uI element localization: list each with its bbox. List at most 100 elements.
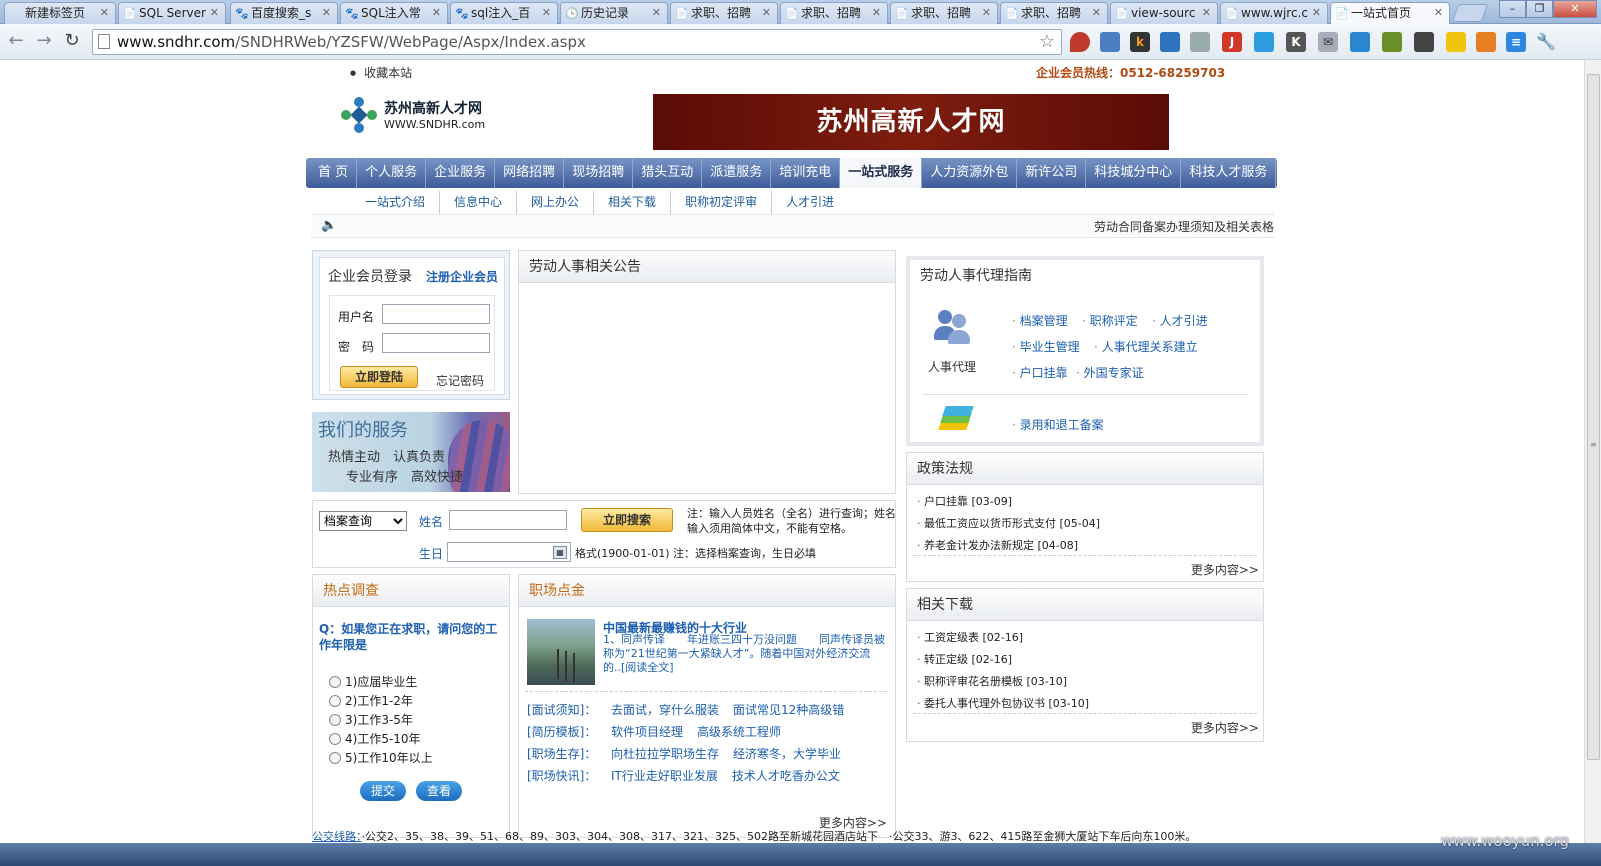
browser-tab[interactable]: 📄 求职、招聘 ✕: [1000, 2, 1108, 24]
row-link[interactable]: 软件项目经理: [611, 725, 683, 739]
k-letter-icon[interactable]: K: [1286, 32, 1306, 52]
sub-nav-item[interactable]: 职称初定评审: [671, 191, 773, 215]
survey-option[interactable]: 5)工作10年以上: [329, 749, 433, 766]
minimize-icon[interactable]: –: [1499, 0, 1526, 18]
owl-icon[interactable]: [1382, 32, 1402, 52]
note-icon[interactable]: [1254, 32, 1274, 52]
guide-link[interactable]: 职称评定: [1082, 312, 1138, 329]
favorite-link[interactable]: 收藏本站: [350, 64, 412, 81]
row-category[interactable]: [面试须知]：: [527, 701, 611, 718]
bus-label[interactable]: 公交线路：: [312, 830, 362, 843]
guide-link[interactable]: 人才引进: [1152, 312, 1208, 329]
browser-tab[interactable]: 🐾 SQL注入常 ✕: [340, 2, 448, 24]
radio-icon[interactable]: [329, 752, 341, 764]
guide-link[interactable]: 档案管理: [1012, 312, 1068, 329]
nav-item[interactable]: 培训充电: [771, 158, 841, 188]
password-input[interactable]: [382, 333, 490, 353]
download-item[interactable]: 工资定级表 [02-16]: [917, 629, 1023, 645]
row-category[interactable]: [职场快讯]：: [527, 767, 611, 784]
monitor-icon[interactable]: [1160, 32, 1180, 52]
browser-tab[interactable]: 🕓 历史记录 ✕: [560, 2, 668, 24]
guide-link[interactable]: 户口挂靠: [1012, 364, 1068, 381]
bookmark-star-icon[interactable]: ☆: [1039, 30, 1055, 54]
nav-item[interactable]: 派遣服务: [702, 158, 772, 188]
register-link[interactable]: 注册企业会员: [426, 268, 498, 285]
download-item[interactable]: 职称评审花名册模板 [03-10]: [917, 673, 1067, 689]
window-icon[interactable]: [1350, 32, 1370, 52]
policy-item[interactable]: 养老金计发办法新规定 [04-08]: [917, 537, 1078, 553]
gift-icon[interactable]: [1476, 32, 1496, 52]
tab-close-icon[interactable]: ✕: [432, 3, 441, 23]
ticker-link[interactable]: 劳动合同备案办理须知及相关表格: [1094, 218, 1274, 235]
row-link[interactable]: 向杜拉拉学职场生存: [611, 747, 719, 761]
browser-tab[interactable]: 📄 求职、招聘 ✕: [890, 2, 998, 24]
browser-tab[interactable]: 📄 view-sourc ✕: [1110, 2, 1218, 24]
extension-icon[interactable]: [1100, 32, 1120, 52]
maximize-icon[interactable]: ❐: [1526, 0, 1553, 18]
tab-close-icon[interactable]: ✕: [762, 3, 771, 23]
policy-more-link[interactable]: 更多内容>>: [1191, 561, 1259, 578]
article-summary[interactable]: 1、同声传译 年进账三四十万没问题 同声传译员被称为“21世纪第一大紧缺人才”。…: [603, 633, 887, 675]
nav-item[interactable]: 科技人才服务: [1181, 158, 1277, 188]
usb-icon[interactable]: [1446, 32, 1466, 52]
sub-nav-item[interactable]: 相关下载: [594, 191, 672, 215]
login-button[interactable]: 立即登陆: [340, 366, 418, 388]
row-link[interactable]: 面试常见12种高级错: [733, 703, 844, 717]
guide-link[interactable]: 人事代理关系建立: [1094, 338, 1198, 355]
sub-nav-item[interactable]: 信息中心: [440, 191, 518, 215]
forward-icon[interactable]: →: [34, 32, 54, 52]
puzzle-icon[interactable]: [1414, 32, 1434, 52]
sub-nav-item[interactable]: 一站式介绍: [351, 191, 441, 215]
survey-option[interactable]: 2)工作1-2年: [329, 692, 413, 709]
services-banner[interactable]: 我们的服务 热情主动 认真负责 专业有序 高效快捷: [312, 412, 510, 492]
sub-nav-item[interactable]: 人才引进: [772, 191, 848, 215]
tab-close-icon[interactable]: ✕: [322, 3, 331, 23]
radio-icon[interactable]: [329, 733, 341, 745]
browser-tab[interactable]: 🐾 sql注入_百 ✕: [450, 2, 558, 24]
k-extension-icon[interactable]: k: [1130, 32, 1150, 52]
search-type-select[interactable]: 档案查询: [319, 511, 407, 531]
download-item[interactable]: 转正定级 [02-16]: [917, 651, 1012, 667]
tab-close-icon[interactable]: ✕: [1202, 3, 1211, 23]
map-pin-icon[interactable]: [1070, 32, 1090, 52]
survey-option[interactable]: 4)工作5-10年: [329, 730, 421, 747]
tab-close-icon[interactable]: ✕: [1434, 3, 1443, 23]
row-link[interactable]: 高级系统工程师: [697, 725, 781, 739]
new-tab-button[interactable]: [1451, 4, 1489, 22]
browser-tab[interactable]: 🐾 百度搜索_s ✕: [230, 2, 338, 24]
username-input[interactable]: [382, 304, 490, 324]
guide-link[interactable]: 外国专家证: [1076, 364, 1144, 381]
row-category[interactable]: [简历模板]：: [527, 723, 611, 740]
row-link[interactable]: 经济寒冬，大学毕业: [733, 747, 841, 761]
row-link[interactable]: 去面试，穿什么服装: [611, 703, 719, 717]
printer-icon[interactable]: [1190, 32, 1210, 52]
policy-item[interactable]: 户口挂靠 [03-09]: [917, 493, 1012, 509]
download-item[interactable]: 委托人事代理外包协议书 [03-10]: [917, 695, 1089, 711]
nav-item[interactable]: 人力资源外包: [922, 158, 1018, 188]
tab-close-icon[interactable]: ✕: [210, 3, 219, 23]
tab-close-icon[interactable]: ✕: [872, 3, 881, 23]
tab-close-icon[interactable]: ✕: [982, 3, 991, 23]
nav-item[interactable]: 个人服务: [357, 158, 427, 188]
search-button[interactable]: 立即搜索: [581, 508, 673, 532]
guide-link[interactable]: 录用和退工备案: [1012, 416, 1104, 433]
survey-option[interactable]: 1)应届毕业生: [329, 673, 417, 690]
survey-submit-button[interactable]: 提交: [360, 781, 406, 801]
nav-item[interactable]: 科技城分中心: [1086, 158, 1182, 188]
article-thumbnail[interactable]: [527, 619, 595, 685]
calendar-icon[interactable]: ▦: [553, 546, 567, 559]
browser-tab[interactable]: 📄 www.wjrc.c ✕: [1220, 2, 1328, 24]
browser-tab[interactable]: 新建标签页 ✕: [4, 2, 116, 24]
nav-item[interactable]: 新许公司: [1017, 158, 1087, 188]
row-link[interactable]: 技术人才吃香办公文: [732, 769, 840, 783]
tab-close-icon[interactable]: ✕: [652, 3, 661, 23]
guide-link[interactable]: 毕业生管理: [1012, 338, 1080, 355]
nav-item[interactable]: 猎头互动: [633, 158, 703, 188]
mail-icon[interactable]: ✉: [1318, 32, 1338, 52]
row-link[interactable]: IT行业走好职业发展: [611, 769, 718, 783]
tab-close-icon[interactable]: ✕: [1092, 3, 1101, 23]
scrollbar-thumb[interactable]: [1587, 74, 1600, 760]
tab-close-icon[interactable]: ✕: [1312, 3, 1321, 23]
forgot-password-link[interactable]: 忘记密码: [436, 372, 484, 389]
download-more-link[interactable]: 更多内容>>: [1191, 719, 1259, 736]
